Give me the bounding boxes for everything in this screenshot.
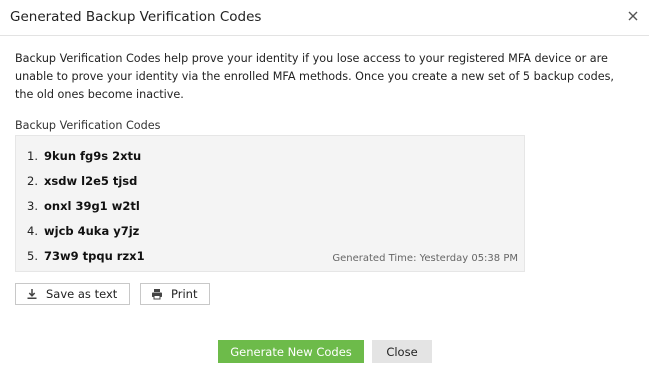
code-value: wjcb 4uka y7jz xyxy=(44,224,140,238)
print-label: Print xyxy=(171,287,198,301)
code-number: 3. xyxy=(27,199,38,213)
code-row: 2. xsdw l2e5 tjsd xyxy=(27,174,137,188)
close-icon[interactable] xyxy=(626,9,640,23)
dialog-header: Generated Backup Verification Codes xyxy=(0,0,649,36)
description-text: Backup Verification Codes help prove you… xyxy=(15,52,614,101)
save-as-text-label: Save as text xyxy=(46,287,118,301)
code-number: 5. xyxy=(27,249,38,263)
download-icon xyxy=(27,289,37,299)
code-row: 3. onxl 39g1 w2tl xyxy=(27,199,140,213)
code-row: 4. wjcb 4uka y7jz xyxy=(27,224,139,238)
code-value: xsdw l2e5 tjsd xyxy=(44,174,138,188)
code-value: 73w9 tpqu rzx1 xyxy=(44,249,145,263)
generate-new-codes-button[interactable]: Generate New Codes xyxy=(218,340,364,363)
close-button[interactable]: Close xyxy=(372,340,432,363)
codes-label: Backup Verification Codes xyxy=(15,119,161,132)
codes-box: 1. 9kun fg9s 2xtu 2. xsdw l2e5 tjsd 3. onxl… xyxy=(15,135,525,272)
code-number: 1. xyxy=(27,149,38,163)
save-as-text-button[interactable]: Save as text xyxy=(15,283,130,305)
code-value: onxl 39g1 w2tl xyxy=(44,199,140,213)
code-value: 9kun fg9s 2xtu xyxy=(44,149,142,163)
code-number: 4. xyxy=(27,224,38,238)
dialog-title: Generated Backup Verification Codes xyxy=(10,9,262,25)
print-button[interactable]: Print xyxy=(140,283,210,305)
code-row: 5. 73w9 tpqu rzx1 xyxy=(27,249,145,263)
generated-time: Generated Time: Yesterday 05:38 PM xyxy=(332,253,518,264)
printer-icon xyxy=(152,289,162,300)
code-number: 2. xyxy=(27,174,38,188)
code-row: 1. 9kun fg9s 2xtu xyxy=(27,149,141,163)
